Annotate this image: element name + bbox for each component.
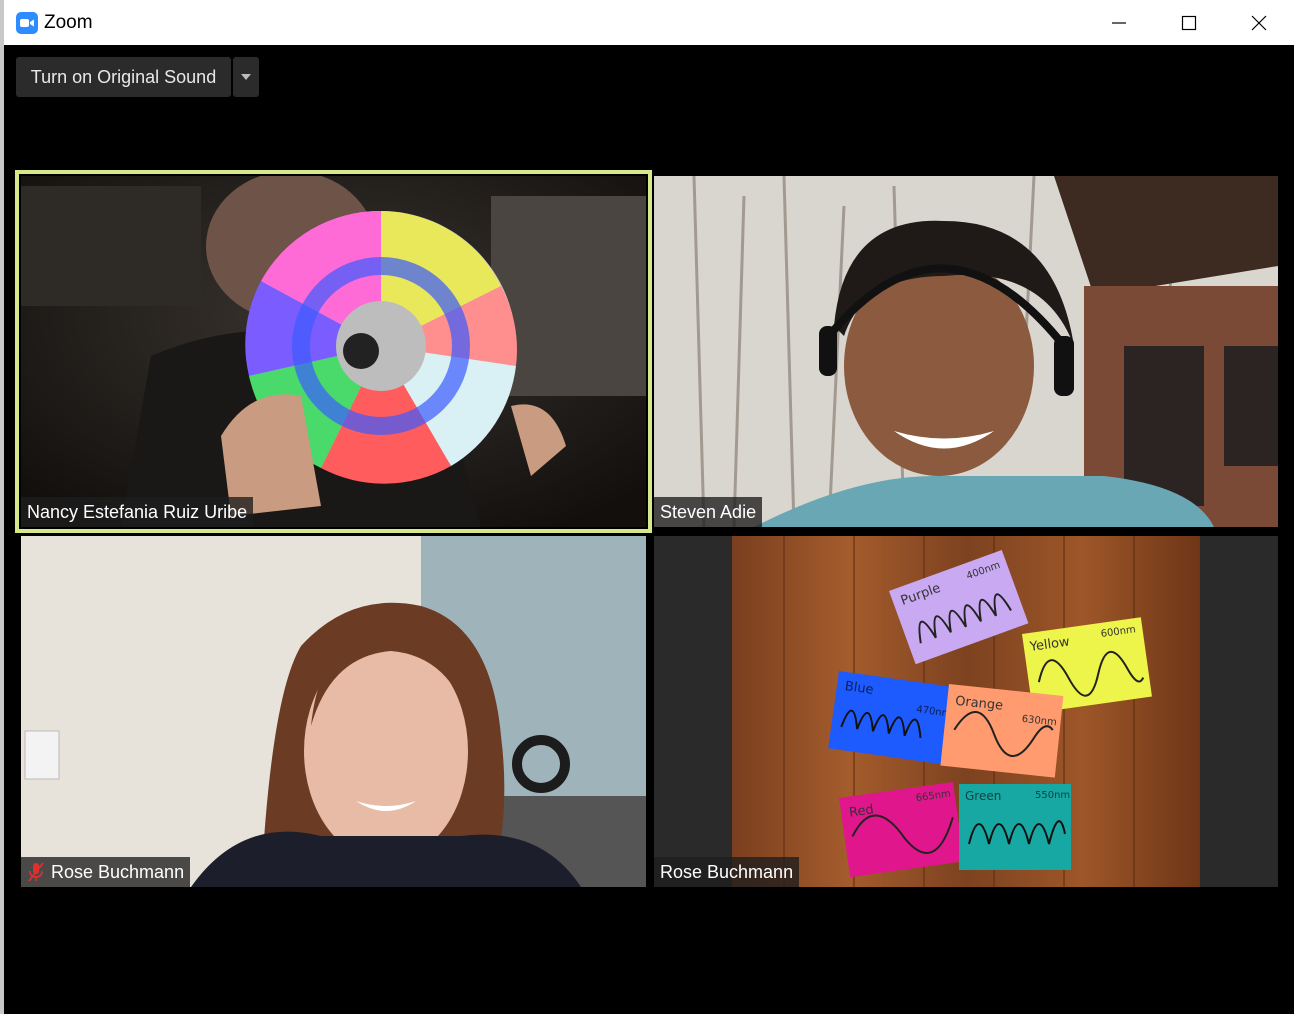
window-title: Zoom <box>44 11 93 33</box>
participant-name-tag: Rose Buchmann <box>21 857 191 887</box>
participant-name: Steven Adie <box>660 501 757 522</box>
video-feed-steven <box>654 176 1278 527</box>
svg-text:550nm: 550nm <box>1035 790 1070 801</box>
video-tile-steven[interactable]: Steven Adie <box>654 176 1278 527</box>
poster-card-orange: Orange 630nm <box>940 684 1064 778</box>
participant-name: Nancy Estefania Ruiz Uribe <box>27 501 248 522</box>
svg-text:Green: Green <box>965 789 1001 803</box>
title-bar[interactable]: Zoom <box>4 0 1294 45</box>
participant-name-tag: Nancy Estefania Ruiz Uribe <box>21 497 254 527</box>
participant-name-tag: Rose Buchmann <box>654 857 800 887</box>
participant-name-tag: Steven Adie <box>654 497 763 527</box>
participant-name: Rose Buchmann <box>51 861 185 882</box>
video-tile-rose-camera[interactable]: Rose Buchmann <box>21 536 646 887</box>
minimize-button[interactable] <box>1084 0 1154 45</box>
window-left-edge <box>0 0 4 1014</box>
poster-card-blue: Blue 470nm <box>828 671 953 765</box>
video-feed-rose-poster: Purple 400nm Yellow 600nm Blue 470nm Ora… <box>654 536 1278 887</box>
video-tile-rose-poster[interactable]: Purple 400nm Yellow 600nm Blue 470nm Ora… <box>654 536 1278 887</box>
close-icon <box>1251 15 1267 30</box>
muted-microphone-icon <box>27 862 45 882</box>
close-button[interactable] <box>1224 0 1294 45</box>
video-feed-rose-camera <box>21 536 646 887</box>
video-feed-nancy <box>21 176 646 527</box>
poster-card-green: Green 550nm <box>959 784 1071 870</box>
original-sound-dropdown[interactable] <box>233 57 259 97</box>
maximize-button[interactable] <box>1154 0 1224 45</box>
participant-name: Rose Buchmann <box>660 861 794 882</box>
caret-down-icon <box>241 74 251 80</box>
poster-card-red: Red 665nm <box>839 781 965 878</box>
maximize-icon <box>1181 15 1197 30</box>
minimize-icon <box>1112 21 1126 24</box>
zoom-logo-icon <box>16 11 38 34</box>
original-sound-button[interactable]: Turn on Original Sound <box>16 57 231 97</box>
video-tile-nancy[interactable]: Nancy Estefania Ruiz Uribe <box>21 176 646 527</box>
